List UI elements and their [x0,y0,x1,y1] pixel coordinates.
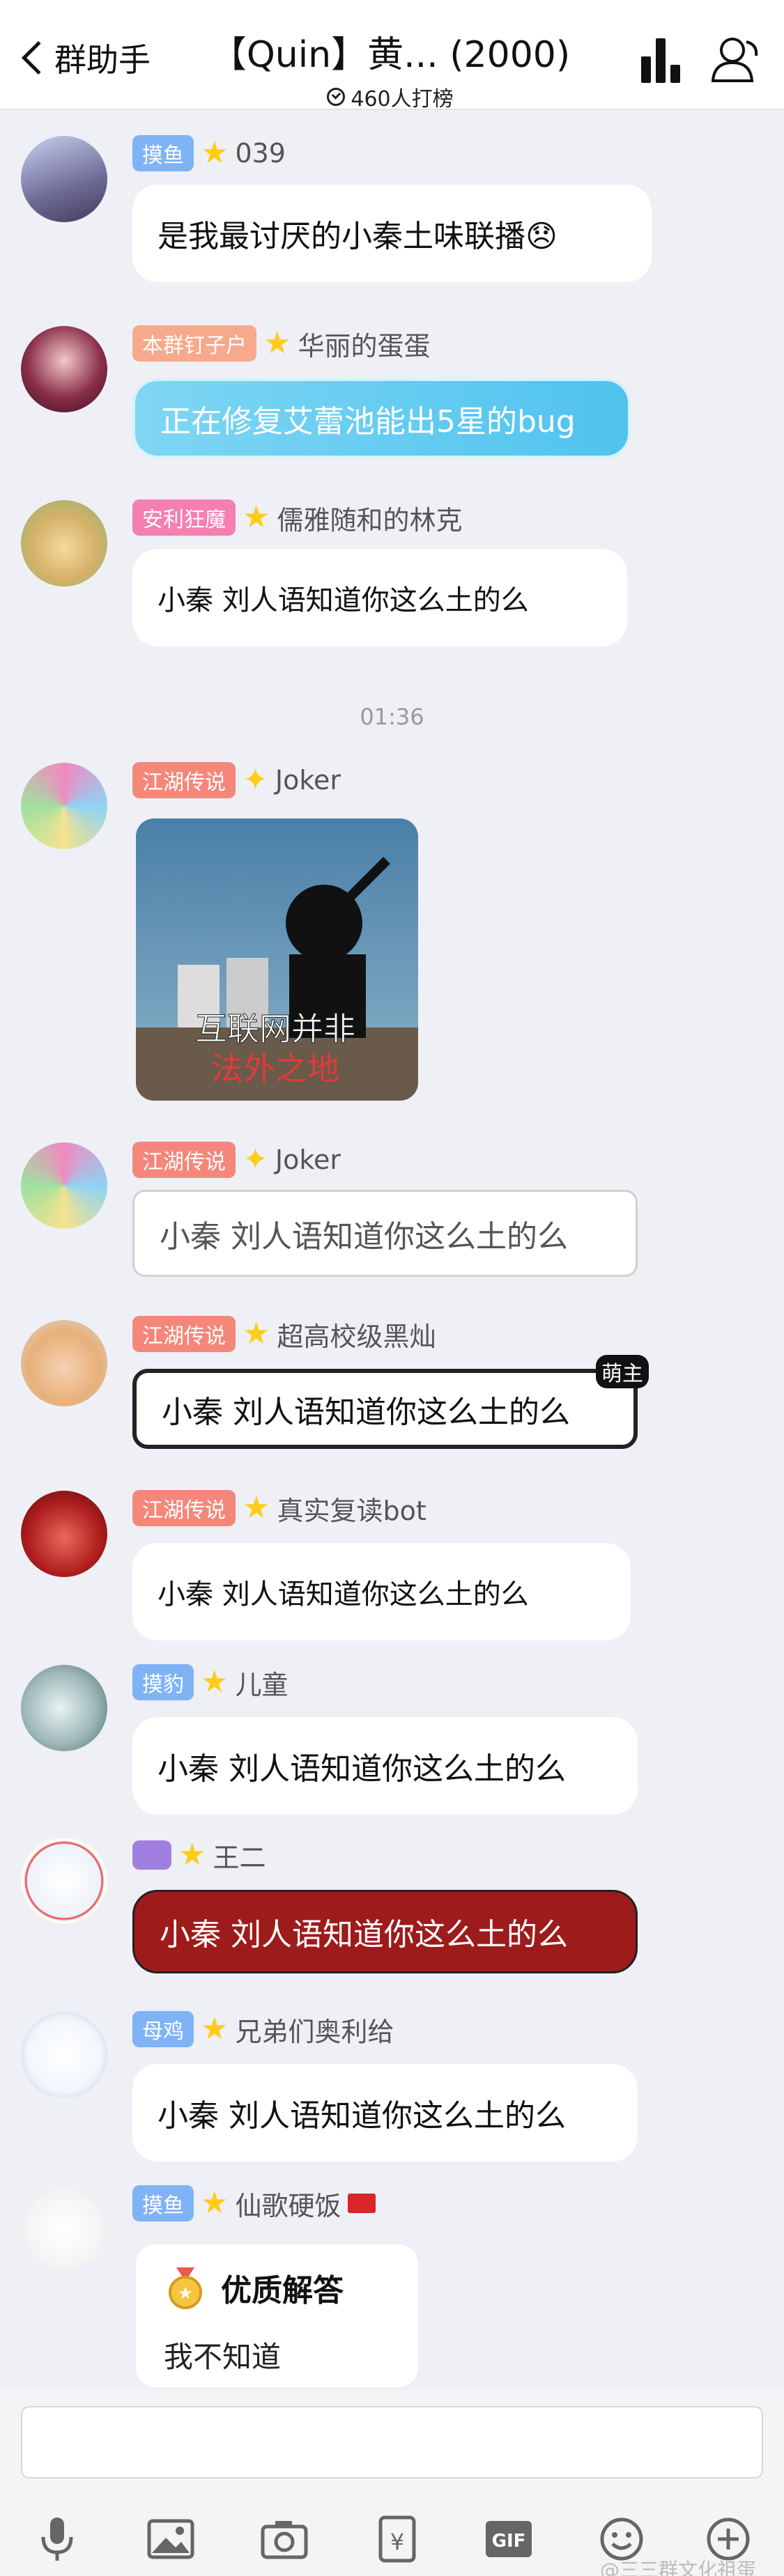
message-meta: 安利狂魔 ★ 儒雅随和的林克 [132,499,462,537]
avatar[interactable] [21,2186,107,2272]
message-meta: 摸鱼 ★ 039 [132,135,286,171]
star-icon: ✦ [243,1142,268,1177]
message-meta: 摸鱼 ★ 仙歌硬饭 [132,2185,376,2223]
avatar[interactable] [21,763,107,849]
message-meta: 摸豹 ★ 儿童 [132,1663,288,1702]
message-bubble[interactable]: 小秦 刘人语知道你这么土的么 [132,1890,638,1973]
chat-subtitle-text: 460人打榜 [351,87,454,111]
star-icon: ★ [201,2011,229,2047]
bubble-decor-label: 萌主 [596,1355,649,1388]
member-badge: 摸鱼 [132,135,194,171]
chevron-left-icon [21,40,56,75]
chat-header: 群助手 【Quin】黄... (2000) 460人打榜 [0,0,784,112]
watermark: @三三群文化祖蛋 [599,2559,756,2576]
avatar[interactable] [21,326,107,412]
camera-icon[interactable] [256,2511,312,2567]
chat-subtitle: 460人打榜 [188,82,592,112]
star-icon: ★ [243,1490,270,1526]
member-badge: 母鸡 [132,2011,194,2047]
sender-name[interactable]: 儿童 [235,1663,288,1702]
sender-name[interactable]: 039 [235,138,286,169]
quality-answer-card[interactable]: ★ 优质解答 我不知道 [136,2244,418,2387]
image-icon[interactable] [143,2511,199,2567]
star-icon: ★ [243,499,270,535]
quality-answer-body: 我不知道 [164,2340,282,2374]
avatar[interactable] [21,2012,107,2098]
member-badge: 江湖传说 [132,1490,236,1526]
sender-name[interactable]: 超高校级黑灿 [277,1315,436,1353]
svg-text:★: ★ [178,2283,193,2303]
meme-image[interactable]: 互联网并非 法外之地 [136,818,418,1101]
message-bubble[interactable]: 小秦 刘人语知道你这么土的么 [132,1543,631,1640]
message-input[interactable] [21,2406,763,2478]
member-badge: 江湖传说 [132,762,236,798]
sender-name[interactable]: 真实复读bot [277,1489,426,1528]
avatar[interactable] [21,136,107,222]
message-meta: 江湖传说 ✦ Joker [132,1142,341,1178]
message-bubble[interactable]: 小秦 刘人语知道你这么土的么 [132,1369,638,1449]
sender-name[interactable]: Joker [275,765,341,796]
member-badge: 安利狂魔 [132,499,236,536]
member-badge: 江湖传说 [132,1316,236,1352]
avatar[interactable] [21,1142,107,1229]
member-badge [132,1840,171,1870]
sender-name[interactable]: 儒雅随和的林克 [277,499,462,537]
message-meta: 江湖传说 ✦ Joker [132,762,341,798]
member-badge: 本群钉子户 [132,325,256,362]
group-profile-icon[interactable] [707,32,763,88]
avatar[interactable] [21,1838,107,1924]
gif-label: GIF [492,2531,526,2552]
message-bubble[interactable]: 正在修复艾蕾池能出5星的bug [132,378,631,458]
avatar[interactable] [21,1665,107,1751]
meme-caption-line1: 互联网并非 [195,1010,355,1048]
meme-caption-line2: 法外之地 [211,1050,339,1087]
message-bubble[interactable]: 小秦 刘人语知道你这么土的么 [132,1717,638,1815]
sender-name[interactable]: Joker [275,1145,341,1175]
star-icon: ★ [263,325,291,361]
composer: ¥ GIF [0,2389,784,2576]
medal-icon: ★ [169,2267,202,2309]
message-bubble[interactable]: 小秦 刘人语知道你这么土的么 [132,2064,638,2162]
star-icon: ★ [201,135,229,171]
chat-title: 【Quin】黄... (2000) [210,34,571,76]
message-bubble[interactable]: 是我最讨厌的小秦土味联播😞 [132,185,652,282]
sender-name[interactable]: 华丽的蛋蛋 [298,325,430,363]
star-icon: ✦ [243,762,268,798]
avatar[interactable] [21,500,107,587]
time-divider: 01:36 [360,704,424,730]
star-icon: ★ [178,1837,206,1872]
avatar[interactable] [21,1320,107,1406]
quality-answer-title: 优质解答 [221,2273,344,2309]
gif-icon[interactable]: GIF [481,2511,537,2567]
message-meta: 本群钉子户 ★ 华丽的蛋蛋 [132,325,430,363]
red-packet-icon[interactable]: ¥ [369,2511,425,2567]
message-bubble[interactable]: 小秦 刘人语知道你这么土的么 [132,1190,638,1277]
quality-answer-header: ★ 优质解答 [164,2265,390,2310]
flag-icon [348,2194,376,2213]
member-badge: 江湖传说 [132,1142,236,1178]
avatar[interactable] [21,1491,107,1577]
star-icon: ★ [201,1664,229,1700]
sender-name[interactable]: 仙歌硬饭 [235,2185,341,2223]
message-bubble[interactable]: 小秦 刘人语知道你这么土的么 [132,549,627,646]
chat-title-block[interactable]: 【Quin】黄... (2000) 460人打榜 [188,25,592,112]
message-meta: 江湖传说 ★ 真实复读bot [132,1489,426,1528]
check-circle-icon [327,88,346,106]
message-meta: ★ 王二 [132,1836,266,1875]
sender-name[interactable]: 兄弟们奥利给 [235,2010,394,2049]
bar-chart-icon[interactable] [641,38,683,83]
yen-label: ¥ [390,2529,404,2555]
sender-name[interactable]: 王二 [213,1836,266,1875]
message-meta: 母鸡 ★ 兄弟们奥利给 [132,2010,394,2049]
back-label: 群助手 [54,41,151,79]
back-button[interactable]: 群助手 [15,35,151,81]
member-badge: 摸鱼 [132,2185,194,2221]
microphone-icon[interactable] [29,2511,85,2567]
star-icon: ★ [201,2185,229,2221]
star-icon: ★ [243,1316,270,1351]
message-meta: 江湖传说 ★ 超高校级黑灿 [132,1315,436,1353]
member-badge: 摸豹 [132,1664,194,1700]
